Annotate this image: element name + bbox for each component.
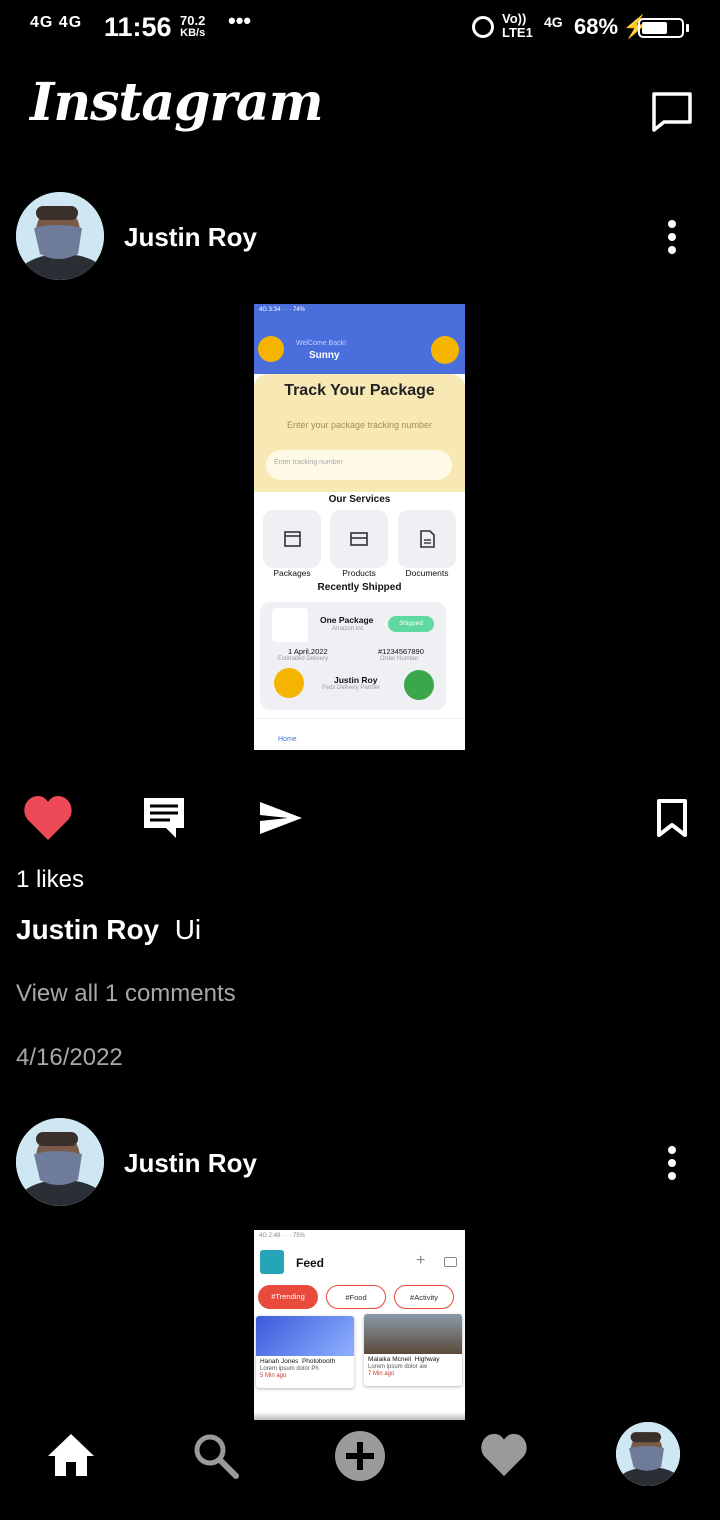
feed-card-time: 5 Min ago [260,1373,287,1379]
caption-username[interactable]: Justin Roy [16,914,159,945]
post-caption: Justin Roy Ui [16,914,201,946]
post-username[interactable]: Justin Roy [124,1148,257,1179]
order-label: Order Number [380,656,419,662]
package-from: Amazon.Inc [332,626,364,632]
send-icon[interactable] [258,800,304,841]
volte-bottom: LTE1 [502,25,533,40]
embedded-welcome: WelCome Back! [296,340,347,347]
post-date: 4/16/2022 [16,1044,123,1071]
like-count[interactable]: 1 likes [16,866,84,894]
feed-card-title-row: Hanah Jones Photobooth [256,1356,354,1365]
feed-card-title: Malaika Mcneil [368,1356,411,1363]
embedded-status-bar: 4G 2:48 · · · 75% [259,1233,306,1239]
feed-card-image [364,1314,462,1354]
embedded-title: Track Your Package [284,382,435,399]
products-tile [330,510,388,568]
documents-tile [398,510,456,568]
driver-avatar [274,668,304,698]
embedded-services-heading: Our Services [328,494,391,505]
profile-avatar[interactable] [616,1422,680,1486]
network-indicator: 4G 4G [30,14,83,31]
network-4g: 4G [544,14,563,30]
embedded-subtitle: Enter your package tracking number [286,420,433,430]
status-badge: Shipped [388,616,434,632]
mail-icon [444,1257,457,1267]
packages-tile [263,510,321,568]
feed-title: Feed [296,1256,325,1270]
driver-role: Fedx Delivery Partner [322,685,381,691]
feed-card-desc: Lorem ipsum dolor Ph [260,1366,319,1372]
feed-card: Malaika Mcneil Highway Lorem ipsum dolor… [364,1314,462,1386]
post-username[interactable]: Justin Roy [124,222,257,253]
embedded-status-bar: 4G 3:34 · · · 74% [254,304,465,320]
chip-trending: #Trending [258,1285,318,1309]
view-comments-link[interactable]: View all 1 comments [16,980,236,1008]
plus-icon: + [416,1252,426,1269]
feed-card-desc: Lorem ipsum dolor aw [368,1364,428,1370]
more-notifications-icon: ••• [228,8,252,33]
post-avatar[interactable] [16,1118,104,1206]
feed-card-tag: Photobooth [301,1358,336,1365]
battery-percent: 68% [574,14,619,39]
feed-app-logo [260,1250,284,1274]
search-icon[interactable] [192,1432,240,1485]
volte-indicator: Vo)) LTE1 [502,12,533,40]
driver-name: Justin Roy [334,675,378,685]
embedded-nav-home: Home [278,736,297,743]
embedded-tracking-input: Enter tracking number [266,450,452,480]
clock: 11:56 [104,12,172,42]
battery-tip [686,24,689,32]
embedded-header: WelCome Back! Sunny [254,320,465,374]
delivery-date: 1 April,2022 [288,647,328,656]
chip-food: #Food [326,1285,386,1309]
package-name: One Package [320,615,374,625]
bottom-nav [0,1422,720,1520]
service-label-packages: Packages [273,568,311,578]
net-speed: 70.2 KB/s [180,14,205,40]
package-icon [272,608,308,642]
instagram-logo: Instagram [30,72,324,133]
more-options-icon[interactable] [668,220,676,259]
home-icon[interactable] [46,1432,96,1483]
feed-card-title: Hanah Jones [260,1358,299,1365]
feed-card-time: 7 Min ago [368,1371,395,1377]
order-number: #1234567890 [378,647,424,656]
embedded-bottom-nav [254,718,465,750]
embedded-user-avatar [258,336,284,362]
feed-card-image [256,1316,354,1356]
message-icon[interactable] [650,90,694,139]
scan-icon [431,336,459,364]
chip-activity: #Activity [394,1285,454,1309]
feed-card: Hanah Jones Photobooth Lorem ipsum dolor… [256,1316,354,1388]
service-label-products: Products [342,568,376,578]
battery-fill [642,22,667,34]
alarm-icon [472,16,494,38]
activity-heart-icon[interactable] [478,1432,530,1483]
post-image[interactable]: 4G 3:34 · · · 74% WelCome Back! Sunny Tr… [254,304,465,750]
more-options-icon[interactable] [668,1146,676,1185]
feed-card-tag: Highway [414,1356,440,1363]
post-avatar[interactable] [16,192,104,280]
post-image[interactable]: 4G 2:48 · · · 75% Feed + #Trending #Food… [254,1230,465,1420]
heart-icon[interactable] [22,794,74,847]
go-arrow-icon [404,670,434,700]
feed-card-title-row: Malaika Mcneil Highway [364,1354,462,1363]
embedded-user-name: Sunny [309,350,340,361]
bookmark-icon[interactable] [656,798,688,843]
net-speed-value: 70.2 [180,13,206,28]
add-icon[interactable] [334,1430,386,1487]
volte-top: Vo)) [502,11,527,26]
comment-icon[interactable] [142,796,186,845]
battery-icon [638,18,684,38]
delivery-label: Estimated Delivery [278,656,329,662]
caption-text: Ui [174,914,202,945]
status-bar: 4G 4G 11:56 70.2 KB/s ••• Vo)) LTE1 4G 6… [0,0,720,60]
embedded-recent-heading: Recently Shipped [317,582,402,593]
service-label-documents: Documents [405,568,449,578]
net-speed-unit: KB/s [180,27,206,39]
